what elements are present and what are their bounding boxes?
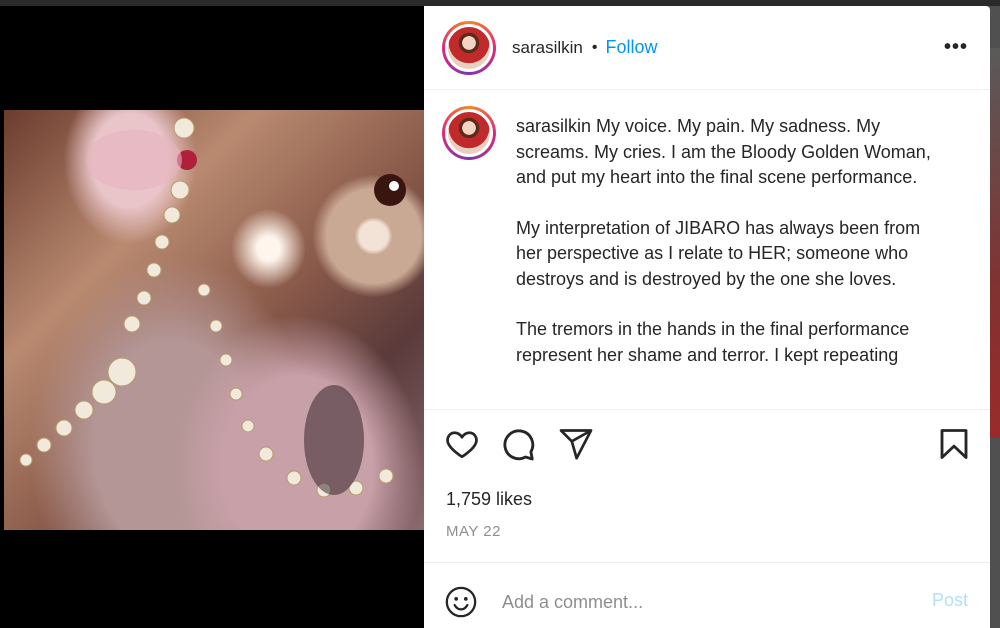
post-header: sarasilkin • Follow ••• [424, 6, 990, 90]
post-actions-bar [424, 426, 990, 470]
follow-button[interactable]: Follow [605, 37, 657, 58]
caption-paragraph: The tremors in the hands in the final pe… [516, 319, 910, 365]
comment-icon[interactable] [500, 426, 536, 462]
caption-author-avatar[interactable] [442, 106, 496, 160]
post-caption: sarasilkin My voice. My pain. My sadness.… [516, 106, 946, 409]
comment-bar: Post [424, 562, 990, 628]
post-comment-button[interactable]: Post [932, 590, 968, 611]
post-media-panel [0, 6, 424, 628]
caption-username[interactable]: sarasilkin [516, 116, 591, 136]
comment-input[interactable] [502, 587, 902, 617]
author-avatar[interactable] [442, 20, 496, 75]
post-date[interactable]: MAY 22 [446, 523, 501, 540]
post-details-panel: sarasilkin • Follow ••• sarasilkin My voi… [424, 6, 990, 628]
heart-icon[interactable] [444, 426, 480, 462]
likes-count[interactable]: 1,759 likes [446, 489, 532, 510]
separator-dot: • [591, 38, 598, 56]
caption-section[interactable]: sarasilkin My voice. My pain. My sadness.… [424, 90, 990, 410]
paper-plane-icon[interactable] [558, 426, 594, 462]
caption-paragraph: My interpretation of JIBARO has always b… [516, 217, 921, 289]
post-image [4, 110, 424, 530]
smiley-icon[interactable] [444, 585, 478, 619]
backdrop-right-strip [990, 48, 1000, 438]
more-options-icon[interactable]: ••• [944, 36, 968, 59]
bookmark-icon[interactable] [936, 426, 972, 462]
author-username[interactable]: sarasilkin [512, 38, 583, 58]
pearl-necklace-decoration [19, 117, 406, 498]
